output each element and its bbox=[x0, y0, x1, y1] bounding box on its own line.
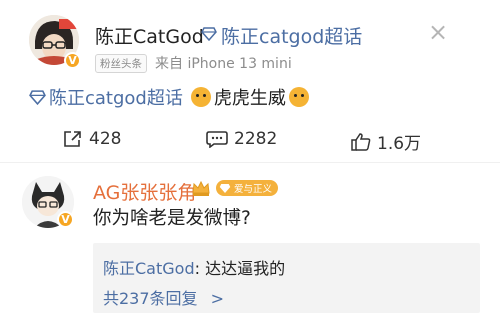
comment-button[interactable]: 2282 bbox=[206, 129, 277, 149]
content-topic-link[interactable]: 陈正catgod超话 bbox=[49, 84, 183, 110]
comment-text: 你为啥老是发微博? bbox=[93, 208, 251, 229]
divider bbox=[0, 162, 500, 163]
content-text: 虎虎生威 bbox=[213, 88, 286, 109]
share-icon bbox=[64, 131, 81, 147]
reply-author[interactable]: 陈正CatGod bbox=[103, 259, 195, 278]
tiger-emoji-icon bbox=[288, 87, 309, 107]
like-count: 1.6万 bbox=[377, 134, 422, 154]
verified-badge: V bbox=[57, 211, 74, 228]
diamond-icon bbox=[201, 27, 217, 41]
post-meta: 粉丝头条 来自 iPhone 13 mini bbox=[95, 53, 292, 73]
post-content: 陈正catgod超话 虎虎生威 bbox=[29, 84, 312, 110]
reply-text: : 达达逼我的 bbox=[194, 259, 286, 278]
comment-author-name[interactable]: AG张张张角 bbox=[93, 178, 196, 205]
thumbs-up-icon bbox=[351, 132, 371, 151]
close-icon[interactable]: × bbox=[428, 20, 448, 44]
like-button[interactable]: 1.6万 bbox=[351, 129, 421, 154]
comment-icon bbox=[206, 131, 228, 148]
post-source: 来自 iPhone 13 mini bbox=[155, 56, 292, 72]
repost-button[interactable]: 428 bbox=[63, 129, 121, 149]
tiger-emoji-icon bbox=[190, 87, 211, 107]
verified-badge: V bbox=[64, 52, 81, 69]
diamond-badge-icon bbox=[219, 183, 231, 193]
more-replies-text: 共237条回复 bbox=[103, 289, 198, 308]
topic-link[interactable]: 陈正catgod超话 bbox=[221, 22, 362, 49]
post-author-name[interactable]: 陈正CatGod bbox=[95, 22, 204, 49]
chevron-right-icon: > bbox=[210, 289, 225, 308]
repost-count: 428 bbox=[89, 129, 122, 149]
reply-box[interactable]: 陈正CatGod: 达达逼我的 共237条回复 > bbox=[93, 243, 480, 313]
comment-count: 2282 bbox=[234, 129, 278, 149]
more-replies-link[interactable]: 共237条回复 > bbox=[103, 285, 224, 309]
fan-badge: 爱与正义 bbox=[216, 180, 279, 196]
diamond-icon bbox=[29, 89, 46, 105]
fan-badge-text: 爱与正义 bbox=[234, 184, 273, 195]
crown-icon bbox=[192, 180, 210, 196]
fan-headline-tag: 粉丝头条 bbox=[95, 53, 147, 73]
reply-line: 陈正CatGod: 达达逼我的 bbox=[103, 255, 285, 279]
